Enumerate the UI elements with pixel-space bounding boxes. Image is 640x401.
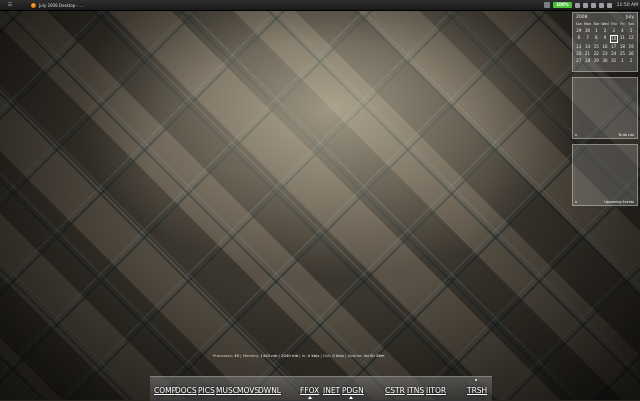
calendar-date[interactable]: 20 bbox=[575, 51, 583, 57]
running-indicator-pdgn bbox=[349, 396, 353, 399]
calendar-day-header: Mon bbox=[583, 22, 592, 26]
task-title: July 2008 Desktop - ... bbox=[39, 2, 84, 8]
dock-item-iitor[interactable]: IITOR bbox=[426, 386, 446, 395]
dock-item-trsh[interactable]: TRSH bbox=[467, 386, 487, 395]
dock-item-comp[interactable]: COMP bbox=[154, 386, 176, 395]
in-label: In: bbox=[301, 353, 307, 358]
system-stats: Processes: 45 | Memory: 1440 mb / 2040 m… bbox=[213, 353, 385, 358]
tray-app-icon[interactable] bbox=[544, 2, 551, 8]
calendar-date[interactable]: 11 bbox=[619, 35, 627, 41]
calendar-date[interactable]: 5 bbox=[627, 28, 635, 34]
top-panel: ☰ July 2008 Desktop - ... 100% 11:50 AM bbox=[0, 0, 640, 11]
calendar-day-header: Thu bbox=[610, 22, 617, 26]
memory-label: Memory: bbox=[242, 353, 260, 358]
calendar-date[interactable]: 30 bbox=[601, 58, 609, 64]
clock[interactable]: 11:50 AM bbox=[617, 3, 638, 8]
in-value: 0 kb/s bbox=[307, 353, 320, 358]
calendar-date[interactable]: 15 bbox=[592, 44, 600, 50]
calendar-date[interactable]: 31 bbox=[610, 58, 618, 64]
calendar-date[interactable]: 1 bbox=[592, 28, 600, 34]
calendar-year: 2008 bbox=[576, 15, 588, 20]
calendar-date[interactable]: 10 bbox=[609, 35, 618, 43]
calendar-date[interactable]: 23 bbox=[601, 51, 609, 57]
calendar-date[interactable]: 1 bbox=[619, 58, 627, 64]
dock-item-movs[interactable]: MOVS bbox=[237, 386, 259, 395]
calendar-date[interactable]: 22 bbox=[592, 51, 600, 57]
dock: COMP DOCS PICS MUSC MOVS DWNL FFOX INET … bbox=[150, 376, 492, 401]
uptime-label: Uptime: bbox=[347, 353, 363, 358]
processes-label: Processes: bbox=[213, 353, 233, 358]
calendar-date[interactable]: 9 bbox=[601, 35, 609, 41]
widget-close-icon[interactable]: x bbox=[575, 200, 577, 204]
chat-icon[interactable] bbox=[582, 2, 588, 8]
uptime-value: 0d 0h 26m bbox=[363, 353, 385, 358]
running-indicator-ffox bbox=[308, 396, 312, 399]
calendar-date[interactable]: 21 bbox=[584, 51, 592, 57]
calendar-date[interactable]: 17 bbox=[610, 44, 618, 50]
calendar-day-header: Wed bbox=[601, 22, 609, 26]
todo-widget[interactable]: x To do List bbox=[572, 77, 638, 139]
wallpaper-vignette bbox=[0, 0, 640, 400]
dock-item-docs[interactable]: DOCS bbox=[175, 386, 197, 395]
events-widget[interactable]: x Upcoming Events bbox=[572, 144, 638, 206]
calendar-date[interactable]: 7 bbox=[584, 35, 592, 41]
network-icon[interactable] bbox=[590, 2, 596, 8]
calendar-date[interactable]: 4 bbox=[619, 28, 627, 34]
calendar-date[interactable]: 25 bbox=[619, 51, 627, 57]
memory-value: 1440 mb / 2040 mb bbox=[260, 353, 299, 358]
calendar-date[interactable]: 8 bbox=[592, 35, 600, 41]
menu-icon[interactable]: ☰ bbox=[6, 1, 14, 9]
dock-item-cstr[interactable]: CSTR bbox=[385, 386, 405, 395]
dock-item-inet[interactable]: INET bbox=[323, 386, 340, 395]
dock-item-ffox[interactable]: FFOX bbox=[300, 386, 319, 395]
calendar-date[interactable]: 26 bbox=[627, 51, 635, 57]
bluetooth-icon[interactable] bbox=[606, 2, 612, 8]
todo-label: To do List bbox=[618, 133, 634, 137]
calendar-date[interactable]: 16 bbox=[601, 44, 609, 50]
calendar-date[interactable]: 6 bbox=[575, 35, 583, 41]
dock-item-pics[interactable]: PICS bbox=[198, 386, 215, 395]
dock-item-dwnl[interactable]: DWNL bbox=[258, 386, 281, 395]
calendar-date[interactable]: 19 bbox=[627, 44, 635, 50]
calendar-date[interactable]: 29 bbox=[575, 28, 583, 34]
taskbar-item-firefox[interactable]: July 2008 Desktop - ... bbox=[28, 1, 86, 9]
calendar-date[interactable]: 18 bbox=[619, 44, 627, 50]
calendar-day-header: Fri bbox=[620, 22, 625, 26]
calendar-date[interactable]: 2 bbox=[627, 58, 635, 64]
calendar-date[interactable]: 12 bbox=[627, 35, 635, 41]
mail-icon[interactable] bbox=[574, 2, 580, 8]
out-value: 0 kb/s bbox=[332, 353, 344, 358]
calendar-date[interactable]: 2 bbox=[601, 28, 609, 34]
battery-indicator[interactable]: 100% bbox=[553, 2, 572, 8]
processes-value: 45 bbox=[234, 353, 240, 358]
events-label: Upcoming Events bbox=[604, 200, 634, 204]
calendar-date[interactable]: 28 bbox=[584, 58, 592, 64]
calendar-date[interactable]: 14 bbox=[584, 44, 592, 50]
calendar-widget[interactable]: 2008 July Sun Mon Tue Wed Thu Fri Sat 29 30 1 2 3 4 5… bbox=[572, 12, 638, 72]
out-label: Out: bbox=[323, 353, 332, 358]
volume-icon[interactable] bbox=[598, 2, 604, 8]
dock-item-itns[interactable]: ITNS bbox=[407, 386, 424, 395]
calendar-day-header: Tue bbox=[593, 22, 600, 26]
calendar-date[interactable]: 29 bbox=[592, 58, 600, 64]
system-tray: 100% 11:50 AM bbox=[544, 1, 638, 9]
calendar-date[interactable]: 13 bbox=[575, 44, 583, 50]
calendar-date[interactable]: 27 bbox=[575, 58, 583, 64]
calendar-date[interactable]: 24 bbox=[610, 51, 618, 57]
calendar-date[interactable]: 3 bbox=[610, 28, 618, 34]
dock-item-pdgn[interactable]: PDGN bbox=[342, 386, 364, 395]
calendar-day-header: Sat bbox=[628, 22, 634, 26]
widget-close-icon[interactable]: x bbox=[575, 133, 577, 137]
firefox-icon bbox=[31, 2, 36, 8]
trash-indicator-dot bbox=[475, 379, 477, 381]
calendar-day-header: Sun bbox=[575, 22, 583, 26]
calendar-month: July bbox=[625, 15, 634, 20]
dock-item-musc[interactable]: MUSC bbox=[216, 386, 238, 395]
calendar-grid: Sun Mon Tue Wed Thu Fri Sat 29 30 1 2 3 4 5 6 7 8 9 10 11 12… bbox=[573, 21, 637, 64]
calendar-date[interactable]: 30 bbox=[584, 28, 592, 34]
